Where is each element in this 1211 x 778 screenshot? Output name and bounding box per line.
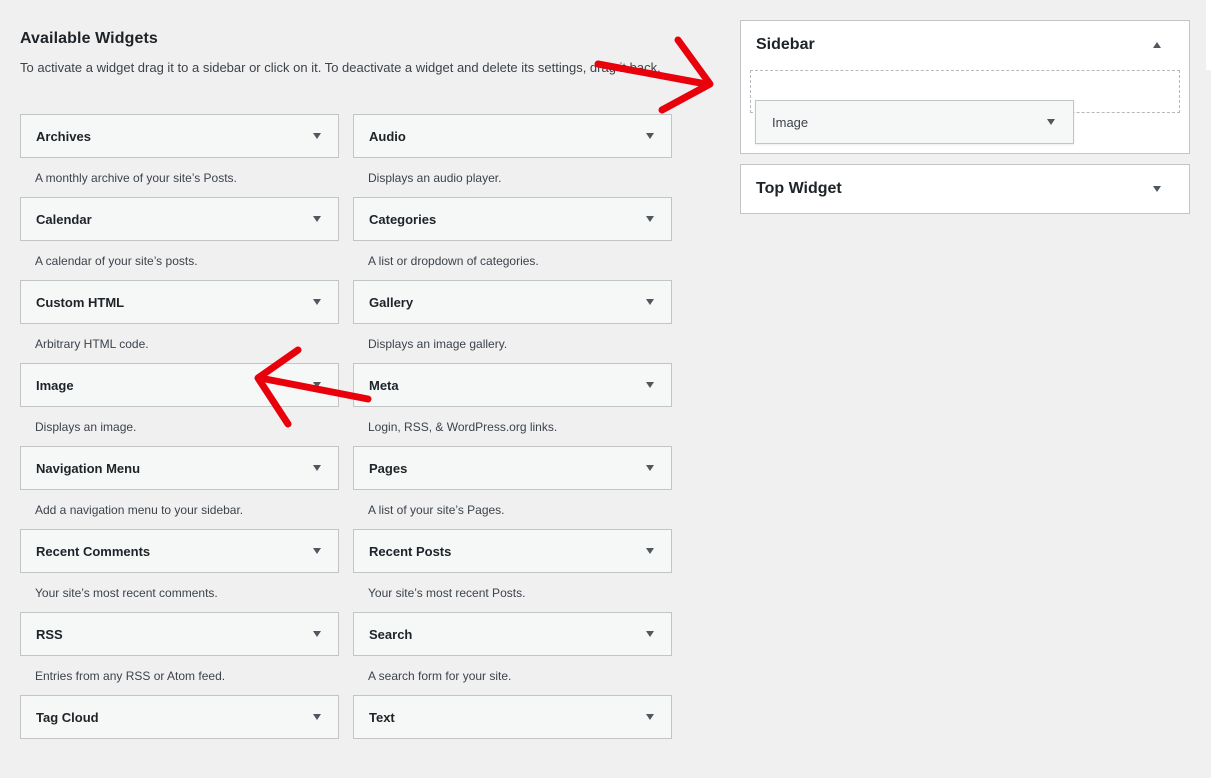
available-widgets-title: Available Widgets <box>20 30 158 47</box>
sidebar-widget-area[interactable]: Sidebar Image <box>740 20 1190 154</box>
widget-description <box>20 739 339 752</box>
widget-header[interactable]: Image <box>20 363 339 407</box>
widget-description: A calendar of your site’s posts. <box>35 254 198 268</box>
widget-description: A search form for your site. <box>368 669 512 683</box>
widget-header[interactable]: Recent Posts <box>353 529 672 573</box>
widget-description: Displays an image gallery. <box>368 337 508 351</box>
widget-archives: Archives A monthly archive of your site’… <box>20 114 339 197</box>
triangle-down-icon[interactable] <box>313 133 321 139</box>
widget-description: A list of your site’s Pages. <box>368 503 505 517</box>
triangle-down-icon[interactable] <box>1047 119 1055 125</box>
widget-title: Gallery <box>369 294 414 310</box>
widget-header[interactable]: Audio <box>353 114 672 158</box>
dragging-widget-title: Image <box>772 114 809 130</box>
widget-description: Displays an image. <box>35 420 137 434</box>
widget-title: Pages <box>369 460 408 476</box>
triangle-down-icon[interactable] <box>646 548 654 554</box>
widget-text: Text <box>353 695 672 778</box>
widget-title: Text <box>369 709 395 725</box>
widget-description: Your site’s most recent Posts. <box>368 586 526 600</box>
widget-description: A monthly archive of your site’s Posts. <box>35 171 237 185</box>
widget-title: Custom HTML <box>36 294 125 310</box>
triangle-down-icon[interactable] <box>646 382 654 388</box>
dragging-widget-image[interactable]: Image <box>755 100 1074 144</box>
widget-title: Search <box>369 626 413 642</box>
widget-title: Archives <box>36 128 91 144</box>
triangle-down-icon[interactable] <box>646 465 654 471</box>
widget-title: Meta <box>369 377 399 393</box>
widget-header[interactable]: Calendar <box>20 197 339 241</box>
triangle-down-icon[interactable] <box>313 714 321 720</box>
widget-navigation-menu: Navigation Menu Add a navigation menu to… <box>20 446 339 529</box>
widget-rss: RSS Entries from any RSS or Atom feed. <box>20 612 339 695</box>
sidebar-header[interactable]: Sidebar <box>741 21 1189 69</box>
widget-header[interactable]: RSS <box>20 612 339 656</box>
widget-header[interactable]: Categories <box>353 197 672 241</box>
widget-header[interactable]: Custom HTML <box>20 280 339 324</box>
widget-gallery: Gallery Displays an image gallery. <box>353 280 672 363</box>
widget-description: Entries from any RSS or Atom feed. <box>35 669 226 683</box>
triangle-down-icon[interactable] <box>1153 186 1161 192</box>
widget-title: Categories <box>369 211 437 227</box>
triangle-down-icon[interactable] <box>646 631 654 637</box>
triangle-down-icon[interactable] <box>313 299 321 305</box>
widget-description: Login, RSS, & WordPress.org links. <box>368 420 558 434</box>
widget-description: A list or dropdown of categories. <box>368 254 539 268</box>
widget-recent-comments: Recent Comments Your site’s most recent … <box>20 529 339 612</box>
widget-description: Arbitrary HTML code. <box>35 337 149 351</box>
widget-description: Add a navigation menu to your sidebar. <box>35 503 244 517</box>
sidebar-title: Sidebar <box>756 36 815 53</box>
widget-header[interactable]: Recent Comments <box>20 529 339 573</box>
widget-custom-html: Custom HTML Arbitrary HTML code. <box>20 280 339 363</box>
widget-calendar: Calendar A calendar of your site’s posts… <box>20 197 339 280</box>
top-widget-area[interactable]: Top Widget <box>740 164 1190 214</box>
widget-title: Navigation Menu <box>36 460 141 476</box>
triangle-down-icon[interactable] <box>313 631 321 637</box>
widget-description <box>353 739 672 752</box>
available-widgets-description: To activate a widget drag it to a sideba… <box>20 60 661 75</box>
triangle-down-icon[interactable] <box>313 382 321 388</box>
widget-title: Audio <box>369 128 406 144</box>
widget-categories: Categories A list or dropdown of categor… <box>353 197 672 280</box>
widget-audio: Audio Displays an audio player. <box>353 114 672 197</box>
triangle-down-icon[interactable] <box>313 216 321 222</box>
widget-title: RSS <box>36 626 63 642</box>
scroll-edge <box>1206 0 1211 70</box>
widget-header[interactable]: Navigation Menu <box>20 446 339 490</box>
triangle-down-icon[interactable] <box>646 133 654 139</box>
widget-image: Image Displays an image. <box>20 363 339 446</box>
widget-header[interactable]: Archives <box>20 114 339 158</box>
widget-grid: Archives A monthly archive of your site’… <box>20 114 672 778</box>
triangle-down-icon[interactable] <box>646 714 654 720</box>
widget-header[interactable]: Meta <box>353 363 672 407</box>
widget-header[interactable]: Search <box>353 612 672 656</box>
triangle-down-icon[interactable] <box>646 216 654 222</box>
triangle-down-icon[interactable] <box>313 465 321 471</box>
triangle-down-icon[interactable] <box>646 299 654 305</box>
widget-title: Calendar <box>36 211 92 227</box>
top-widget-title: Top Widget <box>756 180 842 197</box>
widget-title: Image <box>36 377 74 393</box>
triangle-up-icon[interactable] <box>1153 42 1161 48</box>
widget-tag-cloud: Tag Cloud <box>20 695 339 778</box>
widget-pages: Pages A list of your site’s Pages. <box>353 446 672 529</box>
widget-description: Your site’s most recent comments. <box>35 586 218 600</box>
widget-header[interactable]: Gallery <box>353 280 672 324</box>
widget-meta: Meta Login, RSS, & WordPress.org links. <box>353 363 672 446</box>
triangle-down-icon[interactable] <box>313 548 321 554</box>
widget-description: Displays an audio player. <box>368 171 502 185</box>
widget-search: Search A search form for your site. <box>353 612 672 695</box>
widget-title: Recent Posts <box>369 543 452 559</box>
widget-recent-posts: Recent Posts Your site’s most recent Pos… <box>353 529 672 612</box>
widget-title: Tag Cloud <box>36 709 99 725</box>
available-widgets-section: Available Widgets To activate a widget d… <box>20 30 672 739</box>
widget-header[interactable]: Tag Cloud <box>20 695 339 739</box>
widget-header[interactable]: Text <box>353 695 672 739</box>
widget-title: Recent Comments <box>36 543 151 559</box>
widget-header[interactable]: Pages <box>353 446 672 490</box>
